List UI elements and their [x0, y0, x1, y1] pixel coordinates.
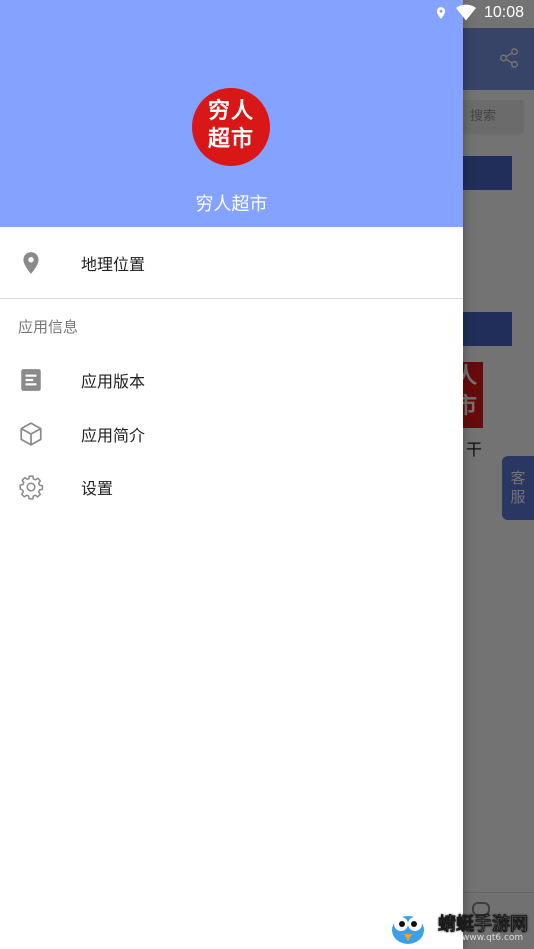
- menu-item-label: 应用版本: [81, 372, 146, 391]
- menu-item-app-intro[interactable]: 应用简介: [0, 407, 463, 461]
- section-title: 应用信息: [18, 318, 79, 336]
- menu-item-label: 应用简介: [81, 426, 146, 445]
- menu-item-label: 地理位置: [81, 255, 146, 274]
- location-icon: [436, 7, 446, 19]
- status-time: 10:08: [483, 4, 524, 21]
- cube-icon: [20, 422, 42, 446]
- menu-item-app-version[interactable]: 应用版本: [0, 353, 463, 407]
- app-logo-avatar: 穷人 超市: [192, 88, 270, 166]
- watermark-url: www.qt6.com: [462, 933, 524, 943]
- status-bar: 10:08: [0, 0, 534, 28]
- menu-item-settings[interactable]: 设置: [0, 460, 463, 514]
- wifi-icon: [455, 4, 476, 21]
- dragonfly-mascot-icon: [392, 916, 424, 944]
- menu-item-location[interactable]: 地理位置: [0, 236, 463, 290]
- navigation-drawer: 穷人 超市 穷人超市 地理位置 应用信息 应用版本 应用简介 设置: [0, 0, 463, 949]
- menu-item-label: 设置: [81, 479, 114, 498]
- watermark: 蜻蜓手游网 www.qt6.com: [386, 906, 532, 946]
- divider: [0, 298, 463, 299]
- drawer-header: 穷人 超市 穷人超市: [0, 0, 463, 227]
- app-name: 穷人超市: [195, 194, 268, 215]
- document-icon: [21, 369, 41, 391]
- gear-icon: [19, 475, 44, 500]
- location-pin-icon: [23, 252, 39, 274]
